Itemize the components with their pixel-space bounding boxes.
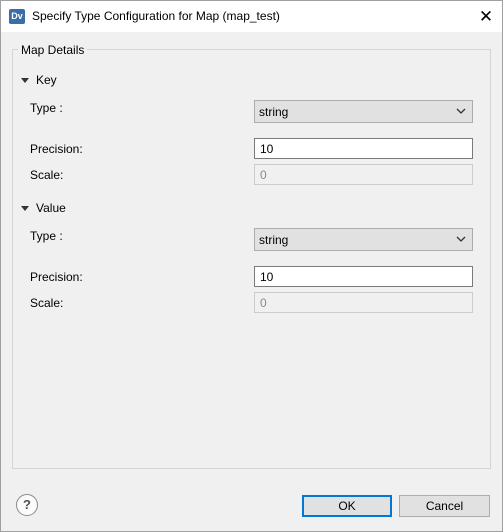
triangle-down-icon bbox=[21, 78, 29, 83]
value-section-toggle[interactable]: Value bbox=[21, 201, 66, 215]
value-type-value: string bbox=[259, 233, 289, 247]
dv-app-icon: Dv bbox=[9, 9, 25, 24]
value-precision-input[interactable] bbox=[254, 266, 473, 287]
chevron-down-icon bbox=[456, 236, 466, 242]
ok-button[interactable]: OK bbox=[302, 495, 392, 517]
key-precision-input[interactable] bbox=[254, 138, 473, 159]
group-legend: Map Details bbox=[18, 43, 88, 57]
triangle-down-icon bbox=[21, 206, 29, 211]
key-type-value: string bbox=[259, 105, 289, 119]
key-precision-label: Precision: bbox=[30, 142, 83, 156]
key-section-toggle[interactable]: Key bbox=[21, 73, 57, 87]
key-type-label: Type : bbox=[30, 101, 63, 115]
value-precision-label: Precision: bbox=[30, 270, 83, 284]
title-bar: Dv Specify Type Configuration for Map (m… bbox=[1, 1, 502, 32]
close-icon[interactable]: ✕ bbox=[470, 1, 502, 32]
value-type-select[interactable]: string bbox=[254, 228, 473, 251]
cancel-button[interactable]: Cancel bbox=[399, 495, 490, 517]
help-icon[interactable]: ? bbox=[16, 494, 38, 516]
key-section-label: Key bbox=[36, 73, 57, 87]
value-scale-label: Scale: bbox=[30, 296, 64, 310]
dialog-title: Specify Type Configuration for Map (map_… bbox=[32, 9, 280, 23]
chevron-down-icon bbox=[456, 108, 466, 114]
key-scale-input bbox=[254, 164, 473, 185]
dialog-window: Dv Specify Type Configuration for Map (m… bbox=[0, 0, 503, 532]
value-section-label: Value bbox=[36, 201, 66, 215]
value-type-label: Type : bbox=[30, 229, 63, 243]
key-scale-label: Scale: bbox=[30, 168, 64, 182]
key-type-select[interactable]: string bbox=[254, 100, 473, 123]
value-scale-input bbox=[254, 292, 473, 313]
